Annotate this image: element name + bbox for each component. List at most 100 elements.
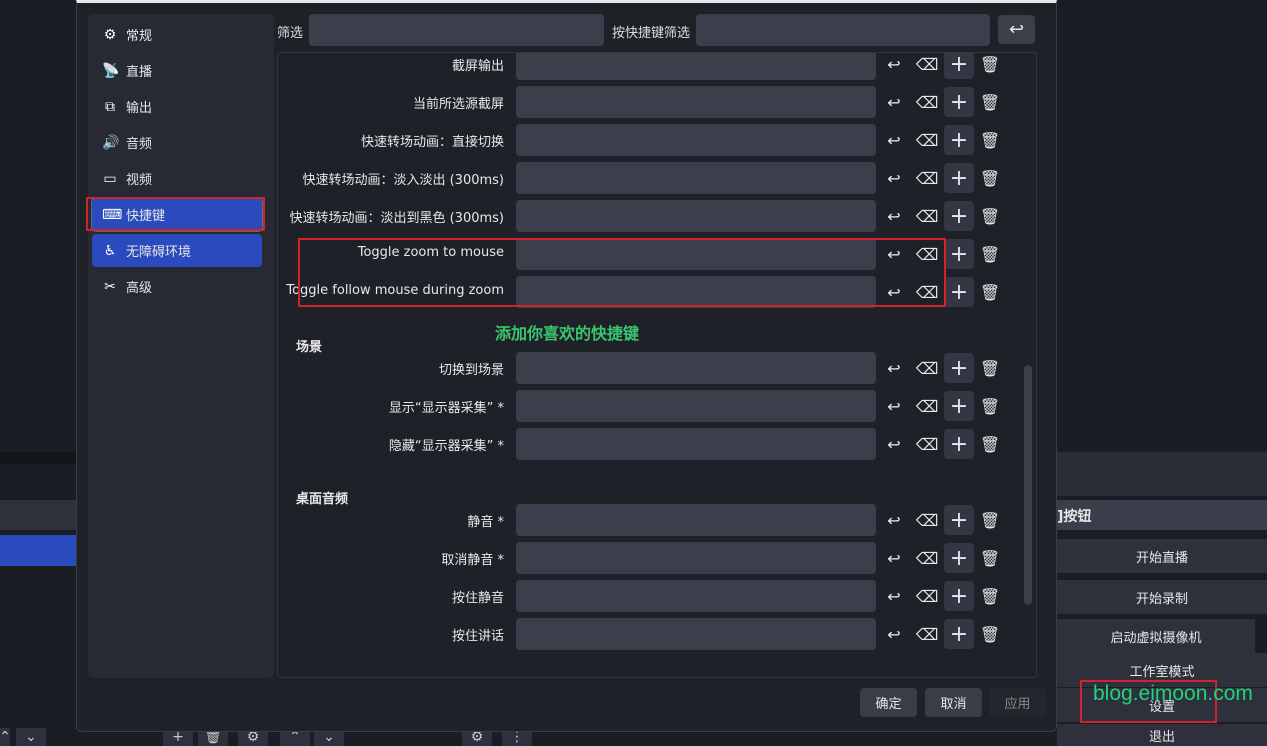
up-arrow-icon[interactable]: ⌃	[0, 728, 11, 746]
add-button[interactable]: +	[944, 239, 974, 269]
hotkey-input[interactable]	[516, 542, 876, 574]
delete-button[interactable]: 🗑	[977, 392, 1003, 420]
clear-button[interactable]: ⌫	[914, 126, 940, 154]
sidebar-item-2[interactable]: ⧉ 输出	[92, 90, 262, 123]
hotkey-label: 取消静音 *	[441, 553, 504, 568]
clear-button[interactable]: ⌫	[914, 506, 940, 534]
start-streaming-button[interactable]: 开始直播	[1057, 539, 1267, 573]
hotkey-input[interactable]	[516, 53, 876, 80]
plus-icon: +	[949, 165, 969, 191]
clear-button[interactable]: ⌫	[914, 53, 940, 78]
revert-button[interactable]: ↩	[881, 506, 907, 534]
clear-button[interactable]: ⌫	[914, 544, 940, 572]
hotkey-input[interactable]	[516, 200, 876, 232]
add-button[interactable]: +	[944, 163, 974, 193]
selected-scene[interactable]	[0, 535, 76, 566]
trash-icon: 🗑	[979, 624, 1001, 644]
delete-button[interactable]: 🗑	[977, 126, 1003, 154]
trash-icon: 🗑	[979, 396, 1001, 416]
filter-input[interactable]	[309, 14, 604, 46]
revert-button[interactable]: ↩	[881, 582, 907, 610]
clear-button[interactable]: ⌫	[914, 620, 940, 648]
revert-button[interactable]: ↩	[881, 620, 907, 648]
clear-button[interactable]: ⌫	[914, 88, 940, 116]
backspace-icon: ⌫	[915, 624, 939, 644]
sidebar-item-3[interactable]: 🔊 音频	[92, 126, 262, 159]
down-arrow-icon[interactable]: ⌄	[16, 728, 46, 746]
tools-icon: ✂	[104, 278, 116, 295]
hotkey-list: 截屏输出 ↩ ⌫ + 🗑 当前所选源截屏 ↩ ⌫ + 🗑 快速转场动画：直接切换 ↩ ⌫ + 🗑 快速转场动画…	[277, 52, 1037, 678]
hotkey-input[interactable]	[516, 86, 876, 118]
hotkey-input[interactable]	[516, 580, 876, 612]
add-button[interactable]: +	[944, 125, 974, 155]
undo-icon: ↩	[887, 624, 901, 644]
add-button[interactable]: +	[944, 619, 974, 649]
add-button[interactable]: +	[944, 87, 974, 117]
apply-button[interactable]: 应用	[989, 688, 1046, 717]
add-button[interactable]: +	[944, 277, 974, 307]
add-button[interactable]: +	[944, 581, 974, 611]
revert-button[interactable]: ↩	[881, 354, 907, 382]
ok-button[interactable]: 确定	[860, 688, 917, 717]
delete-button[interactable]: 🗑	[977, 240, 1003, 268]
clear-button[interactable]: ⌫	[914, 202, 940, 230]
hotkey-input[interactable]	[516, 352, 876, 384]
delete-button[interactable]: 🗑	[977, 164, 1003, 192]
start-virtual-camera-button[interactable]: 启动虚拟摄像机	[1057, 619, 1255, 653]
revert-button[interactable]: ↩	[881, 202, 907, 230]
add-button[interactable]: +	[944, 543, 974, 573]
revert-button[interactable]: ↩	[881, 164, 907, 192]
clear-button[interactable]: ⌫	[914, 582, 940, 610]
clear-button[interactable]: ⌫	[914, 430, 940, 458]
hotkey-filter-input[interactable]	[696, 14, 990, 46]
sidebar-item-7[interactable]: ✂ 高级	[92, 270, 262, 303]
delete-button[interactable]: 🗑	[977, 53, 1003, 78]
add-button[interactable]: +	[944, 391, 974, 421]
delete-button[interactable]: 🗑	[977, 202, 1003, 230]
delete-button[interactable]: 🗑	[977, 506, 1003, 534]
scrollbar[interactable]	[1024, 365, 1032, 605]
trash-icon: 🗑	[979, 168, 1001, 188]
start-recording-button[interactable]: 开始录制	[1057, 580, 1267, 614]
delete-button[interactable]: 🗑	[977, 278, 1003, 306]
trash-icon: 🗑	[979, 548, 1001, 568]
hotkey-input[interactable]	[516, 124, 876, 156]
backspace-icon: ⌫	[915, 168, 939, 188]
add-button[interactable]: +	[944, 505, 974, 535]
delete-button[interactable]: 🗑	[977, 88, 1003, 116]
add-button[interactable]: +	[944, 429, 974, 459]
revert-button[interactable]: ↩	[881, 430, 907, 458]
delete-button[interactable]: 🗑	[977, 354, 1003, 382]
delete-button[interactable]: 🗑	[977, 582, 1003, 610]
sidebar-item-4[interactable]: ▭ 视频	[92, 162, 262, 195]
hotkey-input[interactable]	[516, 618, 876, 650]
hotkey-input[interactable]	[516, 162, 876, 194]
sidebar-item-1[interactable]: 📡 直播	[92, 54, 262, 87]
add-button[interactable]: +	[944, 201, 974, 231]
delete-button[interactable]: 🗑	[977, 620, 1003, 648]
hotkey-label: 快速转场动画：直接切换	[360, 135, 504, 150]
hotkey-input[interactable]	[516, 428, 876, 460]
cancel-button[interactable]: 取消	[925, 688, 982, 717]
clear-button[interactable]: ⌫	[914, 354, 940, 382]
exit-button[interactable]: 退出	[1057, 724, 1267, 746]
add-button[interactable]: +	[944, 53, 974, 79]
sidebar-item-0[interactable]: ⚙ 常规	[92, 18, 262, 51]
hotkey-input[interactable]	[516, 390, 876, 422]
trash-icon: 🗑	[979, 586, 1001, 606]
hotkey-input[interactable]	[516, 504, 876, 536]
delete-button[interactable]: 🗑	[977, 544, 1003, 572]
delete-button[interactable]: 🗑	[977, 430, 1003, 458]
sidebar-item-6[interactable]: ♿ 无障碍环境	[92, 234, 262, 267]
clear-button[interactable]: ⌫	[914, 392, 940, 420]
hotkey-label: 按住讲话	[451, 629, 504, 644]
revert-button[interactable]: ↩	[881, 88, 907, 116]
revert-button[interactable]: ↩	[881, 544, 907, 572]
reset-filter-button[interactable]: ↩	[998, 15, 1035, 44]
revert-button[interactable]: ↩	[881, 126, 907, 154]
clear-button[interactable]: ⌫	[914, 164, 940, 192]
sidebar-item-label: 视频	[126, 173, 153, 188]
revert-button[interactable]: ↩	[881, 392, 907, 420]
add-button[interactable]: +	[944, 353, 974, 383]
revert-button[interactable]: ↩	[881, 53, 907, 78]
